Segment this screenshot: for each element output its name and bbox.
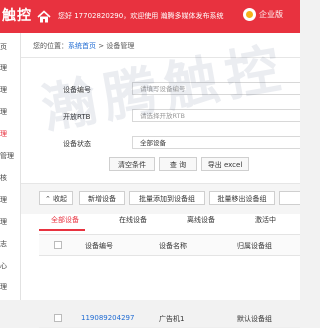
home-icon[interactable] <box>37 10 51 24</box>
select-all-checkbox[interactable] <box>54 241 62 249</box>
column-header-device-group: 归属设备组 <box>237 242 272 250</box>
device-id-input[interactable]: 请填写设备编号 <box>132 82 300 95</box>
batch-remove-from-group-button[interactable]: 批量移出设备组 <box>209 191 275 205</box>
device-id-label: 设备编号 <box>63 86 91 94</box>
greeting-text: 您好 17702820290，欢迎使用 瀚腾多媒体发布系统 <box>58 12 224 20</box>
active-tab-indicator <box>39 229 85 231</box>
clear-conditions-button[interactable]: 清空条件 <box>109 157 155 171</box>
query-button[interactable]: 查 询 <box>159 157 197 171</box>
column-header-device-id: 设备编号 <box>85 242 113 250</box>
sidebar-item-device-management[interactable]: 理 <box>0 129 20 143</box>
breadcrumb-prefix: 您的位置： <box>33 42 68 50</box>
sidebar-item[interactable]: 理 <box>0 85 20 99</box>
table-row: 119089204297 广告机1 默认设备组 <box>39 309 300 328</box>
sidebar-item[interactable]: 理 <box>0 63 20 77</box>
sidebar-item-home[interactable]: 页 <box>0 42 20 56</box>
edition-label: 企业版 <box>259 10 283 19</box>
collapse-label: 收起 <box>53 195 68 203</box>
main-content: 您的位置：系统首页 > 设备管理 设备编号 请填写设备编号 开放RTB 请选择开… <box>21 33 300 328</box>
table-header: 设备编号 设备名称 归属设备组 <box>39 234 300 256</box>
sidebar-item[interactable]: 志 <box>0 239 20 253</box>
batch-add-to-group-button[interactable]: 批量添加到设备组 <box>129 191 205 205</box>
sidebar-item[interactable]: 理 <box>0 107 20 121</box>
sidebar-item[interactable]: 理 <box>0 217 20 231</box>
device-name-cell: 广告机1 <box>159 315 185 323</box>
row-checkbox[interactable] <box>54 314 62 322</box>
device-tabs: 全部设备 在线设备 离线设备 激活中 <box>21 215 300 231</box>
status-label: 设备状态 <box>63 140 91 148</box>
tab-all-devices[interactable]: 全部设备 <box>51 215 79 229</box>
add-device-button[interactable]: 新增设备 <box>79 191 125 205</box>
sidebar-item[interactable]: 理 <box>0 195 20 209</box>
rtb-select[interactable]: 请选择开放RTB <box>132 109 300 122</box>
edition-badge: 企业版 <box>243 8 283 21</box>
chevron-up-icon: ⌃ <box>44 195 54 203</box>
vip-icon <box>243 8 256 21</box>
breadcrumb: 您的位置：系统首页 > 设备管理 <box>33 41 134 51</box>
sidebar-item[interactable]: 理 <box>0 282 20 296</box>
action-toolbar: ⌃ 收起 新增设备 批量添加到设备组 批量移出设备组 <box>21 183 300 214</box>
status-select[interactable]: 全部设备 <box>132 136 300 149</box>
rtb-label: 开放RTB <box>63 113 91 121</box>
tab-offline-devices[interactable]: 离线设备 <box>187 215 215 229</box>
breadcrumb-separator: > <box>96 42 107 50</box>
more-button[interactable] <box>279 191 300 205</box>
tab-activating[interactable]: 激活中 <box>255 215 276 229</box>
device-id-link[interactable]: 119089204297 <box>81 314 134 322</box>
collapse-button[interactable]: ⌃ 收起 <box>39 191 73 205</box>
device-group-cell: 默认设备组 <box>237 315 272 323</box>
sidebar-item[interactable]: 心 <box>0 261 20 275</box>
app-logo: 触控 <box>2 8 32 24</box>
column-header-device-name: 设备名称 <box>159 242 187 250</box>
top-header: 触控 您好 17702820290，欢迎使用 瀚腾多媒体发布系统 企业版 <box>0 0 300 33</box>
export-excel-button[interactable]: 导出 excel <box>201 157 249 171</box>
sidebar-item[interactable]: 管理 <box>0 151 20 165</box>
sidebar: 页 理 理 理 理 管理 核 理 理 志 心 理 <box>0 33 21 300</box>
sidebar-item[interactable]: 核 <box>0 173 20 187</box>
breadcrumb-current: 设备管理 <box>106 42 135 50</box>
tab-online-devices[interactable]: 在线设备 <box>119 215 147 229</box>
breadcrumb-home-link[interactable]: 系统首页 <box>68 42 96 50</box>
divider <box>21 57 300 58</box>
